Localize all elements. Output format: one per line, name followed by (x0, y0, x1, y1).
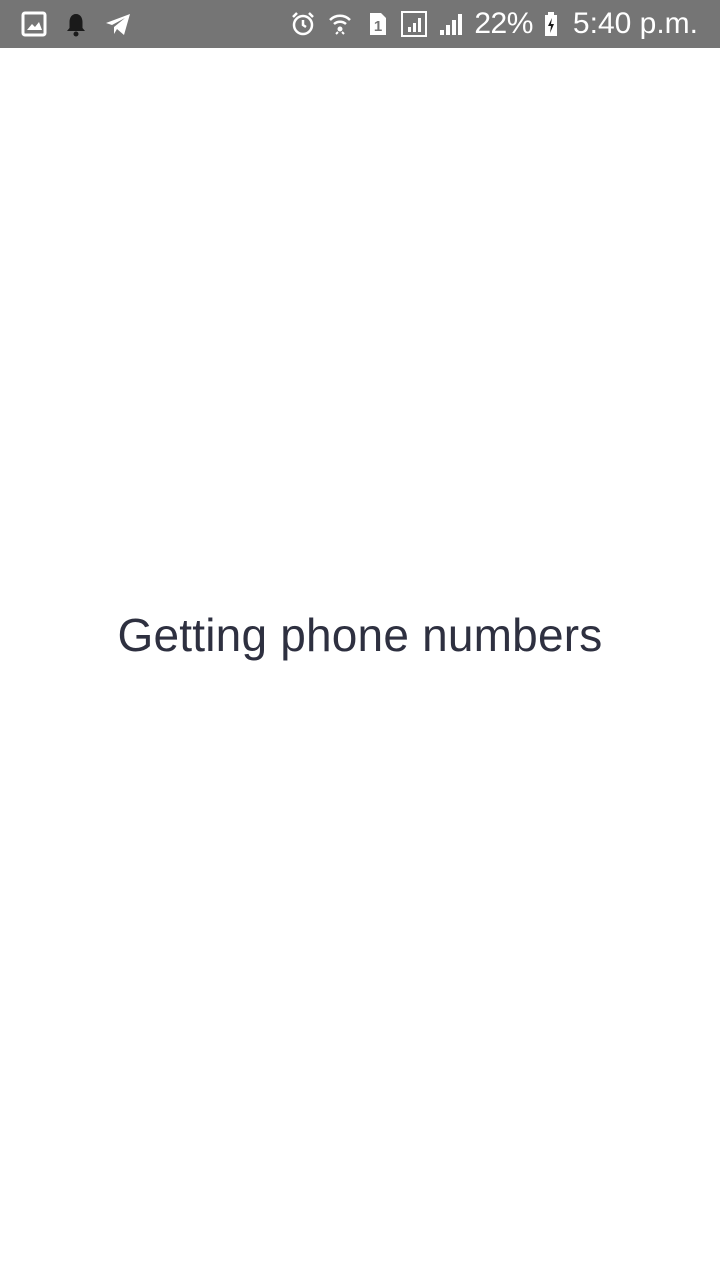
status-left-icons (20, 10, 132, 38)
signal-icon (400, 10, 428, 38)
signal-icon (437, 10, 465, 38)
main-content: Getting phone numbers (0, 48, 720, 1280)
battery-percentage: 22% (474, 7, 533, 40)
notification-bell-icon (62, 10, 90, 38)
sim1-icon: 1 (363, 10, 391, 38)
svg-text:1: 1 (374, 18, 382, 35)
alarm-icon (289, 10, 317, 38)
battery-charging-icon (542, 10, 560, 38)
status-bar: 1 22% 5:40 p.m. (0, 0, 720, 48)
telegram-icon (104, 10, 132, 38)
wifi-icon (326, 10, 354, 38)
status-time: 5:40 p.m. (572, 7, 698, 40)
status-right-icons: 1 22% 5:40 p.m. (289, 0, 698, 48)
loading-message: Getting phone numbers (117, 609, 603, 661)
gallery-icon (20, 10, 48, 38)
